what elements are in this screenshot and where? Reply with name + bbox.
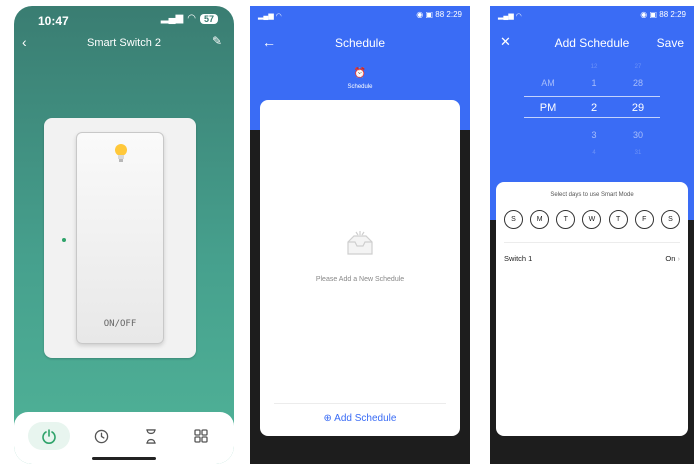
picker-minute-faint-above: 27 (634, 64, 642, 70)
tab-timer[interactable] (80, 422, 122, 450)
schedule-screen: ▂▄▆ ◠ ◉ ▣ 88 2:29 ← Schedule ⏰ Schedule … (250, 6, 470, 464)
picker-hour-column[interactable]: 12 1 2 3 4 (574, 58, 614, 178)
status-bar: ▂▄▆ ◠ ◉ ▣ 88 2:29 (258, 10, 462, 20)
day-selector: S M T W T F S (504, 210, 680, 229)
tab-power[interactable] (28, 422, 70, 450)
battery-badge: 88 (435, 10, 445, 19)
empty-inbox-icon (347, 231, 373, 255)
lightbulb-icon (115, 144, 127, 162)
day-thursday-toggle[interactable]: T (608, 210, 628, 229)
picker-hour-selected: 2 (590, 102, 598, 114)
day-friday-toggle[interactable]: F (634, 210, 654, 229)
status-bar: ▂▄▆ ◠ ◉ ▣ 88 2:29 (498, 10, 686, 20)
days-label: Select days to use Smart Mode (550, 192, 634, 198)
chevron-right-icon: › (677, 254, 681, 263)
status-time: 10:47 (38, 14, 69, 28)
signal-icon: ▂▄▆ ◠ (498, 13, 522, 20)
power-icon (42, 429, 56, 444)
divider (504, 242, 680, 243)
status-time: 2:29 (446, 10, 462, 19)
switch-rocker-button[interactable]: ON/OFF (76, 132, 164, 344)
clock-icon (94, 429, 108, 443)
switch-1-label: Switch 1 (504, 254, 533, 263)
switch-wall-plate: ON/OFF (44, 118, 196, 358)
picker-ampm-above: AM (541, 78, 555, 88)
signal-icon: ▂▄▆ (160, 13, 184, 24)
add-schedule-screen: ▂▄▆ ◠ ◉ ▣ 88 2:29 ✕ Add Schedule Save AM… (490, 6, 694, 464)
picker-minute-selected: 29 (631, 102, 645, 114)
page-title: Schedule (334, 36, 386, 50)
save-button[interactable]: Save (657, 36, 684, 50)
divider (274, 403, 446, 404)
empty-state-message: Please Add a New Schedule (315, 276, 405, 283)
alarm-clock-icon[interactable]: ⏰ (250, 68, 470, 79)
day-wednesday-toggle[interactable]: W (582, 210, 602, 229)
wifi-icon: ◠ (187, 13, 196, 24)
picker-ampm-selected: PM (539, 102, 557, 114)
home-indicator (92, 457, 156, 460)
battery-badge: 88 (659, 10, 669, 19)
switch-1-value: On (665, 254, 676, 263)
on-off-label: ON/OFF (103, 319, 137, 329)
smart-mode-card: Select days to use Smart Mode S M T W T … (496, 182, 688, 436)
bottom-tab-bar (14, 412, 234, 464)
signal-icon: ▂▄▆ ◠ (258, 13, 282, 20)
time-picker[interactable]: AM PM 12 1 2 3 4 27 28 29 30 31 (490, 58, 694, 178)
day-tuesday-toggle[interactable]: T (556, 210, 576, 229)
switch-1-row[interactable]: Switch 1 On › (504, 254, 680, 268)
status-bar: 10:47 ▂▄▆ ◠ 57 (14, 6, 234, 30)
picker-minute-column[interactable]: 27 28 29 30 31 (618, 58, 658, 178)
add-schedule-button[interactable]: ⊕ Add Schedule (260, 413, 460, 424)
picker-minute-below: 30 (632, 130, 643, 140)
day-monday-toggle[interactable]: M (530, 210, 550, 229)
top-nav: ‹ Smart Switch 2 ✎ (14, 32, 234, 56)
battery-badge: 57 (199, 13, 218, 24)
picker-hour-faint-above: 12 (590, 64, 598, 70)
picker-hour-above: 1 (591, 78, 597, 88)
picker-minute-above: 28 (632, 78, 643, 88)
add-schedule-label: Add Schedule (334, 413, 397, 424)
schedule-tab-label: Schedule (347, 84, 373, 90)
day-saturday-toggle[interactable]: S (660, 210, 680, 229)
top-nav: ✕ Add Schedule Save (490, 34, 694, 58)
plus-circle-icon: ⊕ (323, 413, 332, 424)
grid-icon (194, 429, 208, 443)
schedule-list-card: Please Add a New Schedule ⊕ Add Schedule (260, 100, 460, 436)
tab-more[interactable] (180, 422, 222, 450)
tab-countdown[interactable] (130, 422, 172, 450)
picker-ampm-column[interactable]: AM PM (528, 58, 568, 178)
picker-hour-faint-below: 4 (592, 150, 596, 156)
hourglass-icon (146, 428, 156, 444)
picker-hour-below: 3 (591, 130, 597, 140)
smart-switch-screen: 10:47 ▂▄▆ ◠ 57 ‹ Smart Switch 2 ✎ ON/OFF (14, 6, 234, 464)
edit-pencil-icon[interactable]: ✎ (212, 34, 222, 48)
picker-minute-faint-below: 31 (634, 150, 642, 156)
screenshot-canvas: 10:47 ▂▄▆ ◠ 57 ‹ Smart Switch 2 ✎ ON/OFF (0, 0, 699, 466)
page-title: Smart Switch 2 (87, 37, 161, 49)
status-time: 2:29 (670, 10, 686, 19)
indicator-led (62, 238, 66, 242)
day-sunday-toggle[interactable]: S (504, 210, 523, 229)
top-nav: ← Schedule (250, 34, 470, 58)
